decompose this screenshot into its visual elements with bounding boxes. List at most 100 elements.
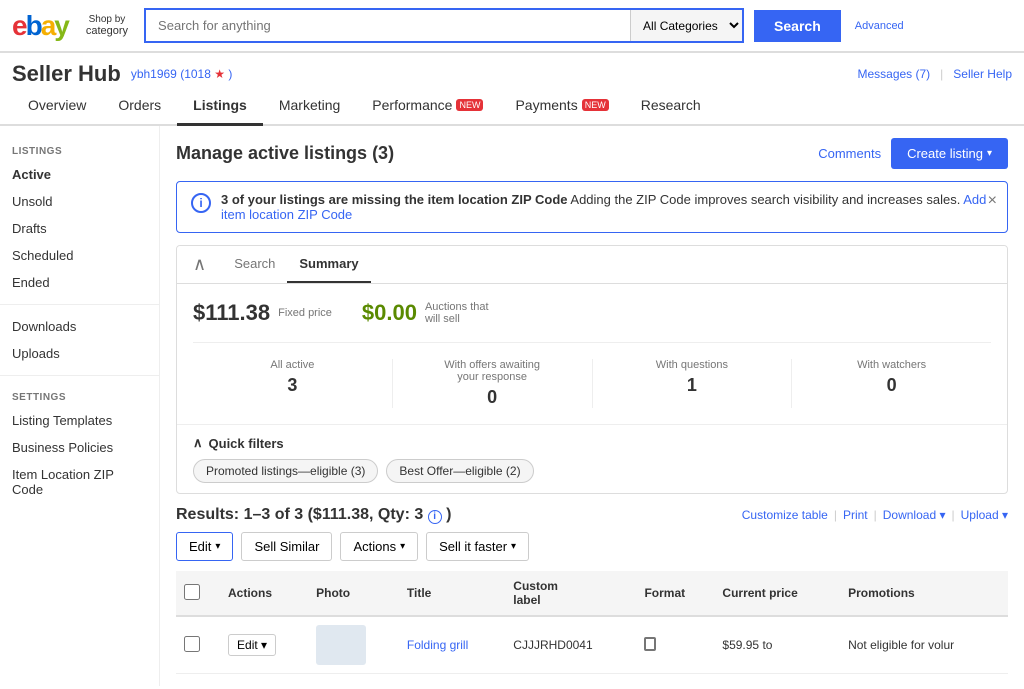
actions-arrow-icon: ▾ [400, 541, 405, 552]
quick-filters-header[interactable]: ∧ Quick filters [193, 435, 991, 451]
sell-similar-button[interactable]: Sell Similar [241, 532, 332, 561]
fixed-price-block: $111.38 Fixed price [193, 300, 332, 326]
summary-prices: $111.38 Fixed price $0.00 Auctions that … [193, 300, 991, 343]
auction-price-block: $0.00 Auctions that will sell [362, 300, 505, 326]
select-all-checkbox[interactable] [184, 584, 200, 600]
row-edit-button[interactable]: Edit ▾ [228, 634, 276, 656]
shop-by-category[interactable]: Shop by category [86, 14, 128, 37]
toolbar: Edit ▾ Sell Similar Actions ▾ Sell it fa… [176, 532, 1008, 561]
main-area: LISTINGS Active Unsold Drafts Scheduled … [0, 126, 1024, 686]
quick-filters-label: Quick filters [209, 436, 284, 451]
seller-hub-header: Seller Hub ybh1969 (1018 ★ ) Messages (7… [0, 53, 1024, 87]
tab-overview[interactable]: Overview [12, 87, 102, 126]
edit-arrow-icon: ▾ [215, 541, 220, 552]
close-icon[interactable]: × [988, 192, 997, 210]
star-icon: ★ [214, 67, 225, 81]
fixed-price-label: Fixed price [278, 307, 332, 319]
messages-link[interactable]: Messages (7) [857, 67, 930, 81]
download-link[interactable]: Download ▾ [883, 508, 946, 522]
sidebar-item-scheduled[interactable]: Scheduled [0, 242, 159, 269]
table-header-row: Actions Photo Title Customlabel Format C… [176, 571, 1008, 616]
search-bar: All Categories [144, 8, 744, 43]
alert-text: 3 of your listings are missing the item … [221, 192, 993, 222]
sidebar-divider-1 [0, 304, 159, 305]
sell-faster-arrow-icon: ▾ [511, 541, 516, 552]
seller-rating: (1018 [180, 67, 214, 81]
info-icon: i [191, 193, 211, 213]
content-area: Manage active listings (3) Comments Crea… [160, 126, 1024, 686]
create-listing-arrow-icon: ▾ [987, 148, 992, 159]
search-button[interactable]: Search [754, 10, 841, 42]
summary-panel: ∧ Search Summary $111.38 Fixed price $0.… [176, 245, 1008, 494]
results-info-icon[interactable]: i [428, 510, 442, 524]
quick-filters-collapse-icon: ∧ [193, 435, 203, 451]
sidebar-item-zip-code[interactable]: Item Location ZIP Code [0, 461, 159, 503]
results-links: Customize table | Print | Download ▾ | U… [742, 508, 1008, 522]
tab-orders[interactable]: Orders [102, 87, 177, 126]
category-select[interactable]: All Categories [630, 10, 742, 41]
stat-all-active: All active 3 [193, 359, 392, 408]
row-custom-label-cell: CJJJRHD0041 [505, 616, 636, 674]
actions-button[interactable]: Actions ▾ [340, 532, 418, 561]
quick-filters-chips: Promoted listings—eligible (3) Best Offe… [193, 459, 991, 483]
col-title: Title [399, 571, 505, 616]
filter-chip-promoted[interactable]: Promoted listings—eligible (3) [193, 459, 378, 483]
table-row: Edit ▾ Folding grill CJJJRHD0041 $59.95 … [176, 616, 1008, 674]
sidebar-item-uploads[interactable]: Uploads [0, 340, 159, 367]
row-price-cell: $59.95 to [714, 616, 840, 674]
results-header: Results: 1–3 of 3 ($111.38, Qty: 3 i ) C… [176, 506, 1008, 524]
seller-name[interactable]: ybh1969 [131, 67, 177, 81]
upload-link[interactable]: Upload ▾ [961, 508, 1008, 522]
listings-table: Actions Photo Title Customlabel Format C… [176, 571, 1008, 674]
tab-performance[interactable]: PerformanceNEW [356, 87, 499, 126]
tab-summary[interactable]: Summary [287, 246, 370, 283]
tab-search[interactable]: Search [222, 246, 287, 283]
col-current-price: Current price [714, 571, 840, 616]
lock-icon [644, 637, 656, 651]
quick-filters-section: ∧ Quick filters Promoted listings—eligib… [177, 424, 1007, 493]
sidebar-item-active[interactable]: Active [0, 161, 159, 188]
header: ebay Shop by category All Categories Sea… [0, 0, 1024, 53]
seller-help-link[interactable]: Seller Help [953, 67, 1012, 81]
stat-questions: With questions 1 [592, 359, 792, 408]
stat-offers-awaiting: With offers awaitingyour response 0 [392, 359, 592, 408]
row-actions-cell: Edit ▾ [220, 616, 308, 674]
row-checkbox[interactable] [184, 636, 200, 652]
row-title-cell: Folding grill [399, 616, 505, 674]
summary-collapse-icon[interactable]: ∧ [189, 246, 210, 283]
col-format: Format [636, 571, 714, 616]
sidebar-item-unsold[interactable]: Unsold [0, 188, 159, 215]
row-checkbox-cell [176, 616, 220, 674]
col-promotions: Promotions [840, 571, 1008, 616]
tab-payments[interactable]: PaymentsNEW [499, 87, 624, 126]
summary-body: $111.38 Fixed price $0.00 Auctions that … [177, 284, 1007, 424]
col-actions: Actions [220, 571, 308, 616]
create-listing-button[interactable]: Create listing ▾ [891, 138, 1008, 169]
search-input[interactable] [146, 10, 630, 41]
sidebar-item-downloads[interactable]: Downloads [0, 313, 159, 340]
summary-stats: All active 3 With offers awaitingyour re… [193, 343, 991, 408]
listing-title-link[interactable]: Folding grill [407, 638, 468, 652]
page-title: Manage active listings (3) [176, 143, 394, 164]
ebay-logo[interactable]: ebay [12, 10, 68, 42]
sidebar-item-business-policies[interactable]: Business Policies [0, 434, 159, 461]
customize-table-link[interactable]: Customize table [742, 508, 828, 522]
filter-chip-best-offer[interactable]: Best Offer—eligible (2) [386, 459, 533, 483]
tab-listings[interactable]: Listings [177, 87, 263, 126]
advanced-link[interactable]: Advanced [855, 20, 904, 32]
print-link[interactable]: Print [843, 508, 868, 522]
sell-faster-button[interactable]: Sell it faster ▾ [426, 532, 529, 561]
tab-research[interactable]: Research [625, 87, 717, 126]
sidebar-item-ended[interactable]: Ended [0, 269, 159, 296]
col-photo: Photo [308, 571, 399, 616]
sidebar-divider-2 [0, 375, 159, 376]
auction-price-label: Auctions that will sell [425, 301, 505, 325]
comments-link[interactable]: Comments [818, 146, 881, 161]
fixed-price-amount: $111.38 [193, 300, 270, 326]
edit-button[interactable]: Edit ▾ [176, 532, 233, 561]
content-actions: Comments Create listing ▾ [818, 138, 1008, 169]
sidebar-item-drafts[interactable]: Drafts [0, 215, 159, 242]
tab-marketing[interactable]: Marketing [263, 87, 356, 126]
seller-hub-title: Seller Hub [12, 61, 121, 87]
sidebar-item-listing-templates[interactable]: Listing Templates [0, 407, 159, 434]
